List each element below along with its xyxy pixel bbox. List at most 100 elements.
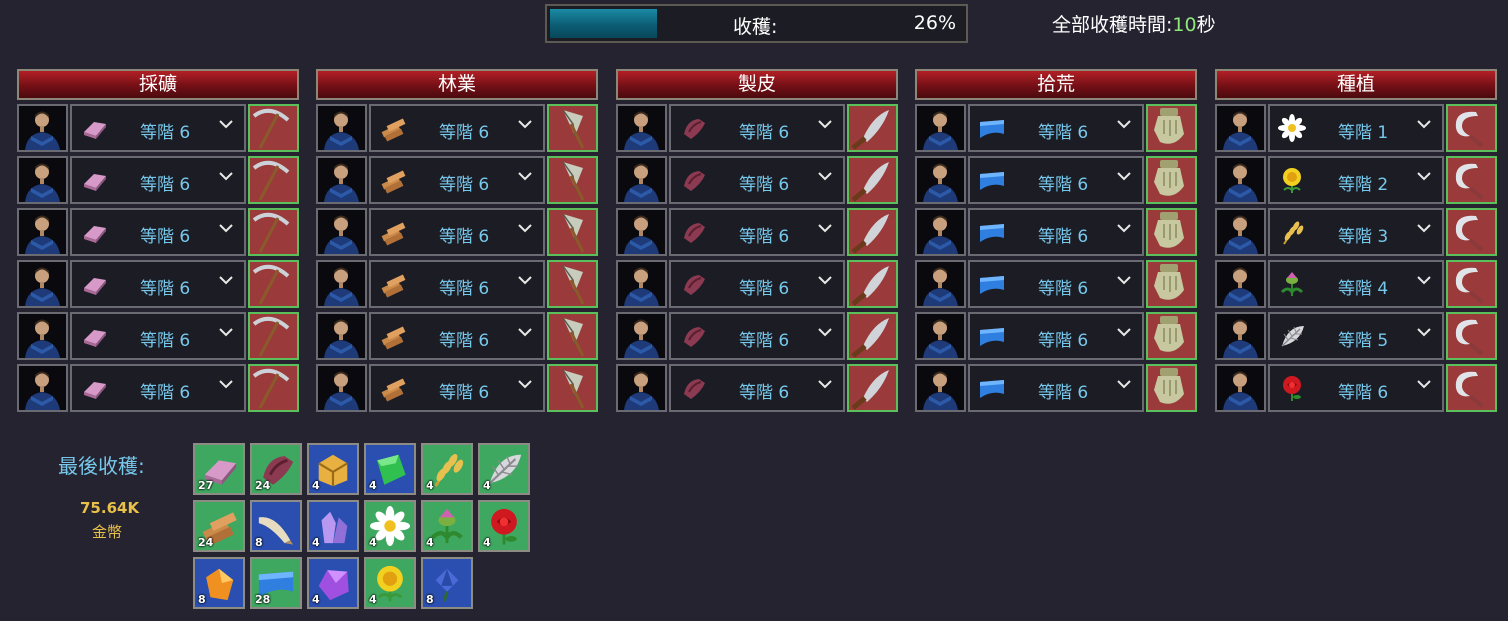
tier-select[interactable]: 等階 6 (369, 208, 545, 256)
worker-slot[interactable] (915, 364, 966, 412)
tool-slot[interactable] (1446, 156, 1497, 204)
worker-slot[interactable] (17, 260, 68, 308)
worker-slot[interactable] (1215, 260, 1266, 308)
worker-slot[interactable] (316, 312, 367, 360)
tool-slot[interactable] (547, 156, 598, 204)
harvest-item-slot[interactable]: 4 (421, 500, 473, 552)
worker-slot[interactable] (616, 104, 667, 152)
worker-slot[interactable] (616, 312, 667, 360)
tool-slot[interactable] (847, 104, 898, 152)
harvest-item-slot[interactable]: 27 (193, 443, 245, 495)
tool-slot[interactable] (547, 260, 598, 308)
tier-select[interactable]: 等階 6 (968, 208, 1144, 256)
tier-select[interactable]: 等階 6 (669, 364, 845, 412)
worker-slot[interactable] (915, 312, 966, 360)
tool-slot[interactable] (847, 364, 898, 412)
tier-select[interactable]: 等階 6 (669, 260, 845, 308)
tool-slot[interactable] (547, 104, 598, 152)
tier-select[interactable]: 等階 6 (70, 156, 246, 204)
tier-select[interactable]: 等階 6 (369, 104, 545, 152)
tool-slot[interactable] (547, 312, 598, 360)
tier-select[interactable]: 等階 6 (70, 312, 246, 360)
tool-slot[interactable] (1446, 364, 1497, 412)
tool-slot[interactable] (1146, 208, 1197, 256)
worker-slot[interactable] (616, 260, 667, 308)
worker-slot[interactable] (1215, 156, 1266, 204)
tier-select[interactable]: 等階 6 (669, 312, 845, 360)
harvest-item-slot[interactable]: 4 (307, 557, 359, 609)
tool-slot[interactable] (248, 104, 299, 152)
tier-select[interactable]: 等階 6 (669, 208, 845, 256)
tier-select[interactable]: 等階 4 (1268, 260, 1444, 308)
harvest-item-slot[interactable]: 4 (421, 443, 473, 495)
tool-slot[interactable] (248, 364, 299, 412)
tier-select[interactable]: 等階 6 (669, 156, 845, 204)
worker-slot[interactable] (17, 208, 68, 256)
tool-slot[interactable] (248, 260, 299, 308)
worker-slot[interactable] (616, 156, 667, 204)
harvest-item-slot[interactable]: 8 (421, 557, 473, 609)
worker-slot[interactable] (17, 104, 68, 152)
harvest-item-slot[interactable]: 28 (250, 557, 302, 609)
harvest-item-slot[interactable]: 4 (307, 500, 359, 552)
tier-select[interactable]: 等階 6 (968, 156, 1144, 204)
harvest-item-slot[interactable]: 4 (307, 443, 359, 495)
worker-slot[interactable] (17, 156, 68, 204)
tool-slot[interactable] (847, 156, 898, 204)
tier-select[interactable]: 等階 6 (70, 104, 246, 152)
tier-select[interactable]: 等階 6 (70, 364, 246, 412)
tier-select[interactable]: 等階 6 (369, 156, 545, 204)
tool-slot[interactable] (1146, 104, 1197, 152)
tier-select[interactable]: 等階 6 (70, 260, 246, 308)
tool-slot[interactable] (1446, 208, 1497, 256)
worker-slot[interactable] (316, 208, 367, 256)
harvest-item-slot[interactable]: 24 (250, 443, 302, 495)
worker-slot[interactable] (17, 312, 68, 360)
tier-select[interactable]: 等階 5 (1268, 312, 1444, 360)
tier-select[interactable]: 等階 6 (968, 104, 1144, 152)
harvest-item-slot[interactable]: 4 (364, 443, 416, 495)
harvest-item-slot[interactable]: 4 (364, 557, 416, 609)
tool-slot[interactable] (248, 312, 299, 360)
tool-slot[interactable] (547, 208, 598, 256)
tier-select[interactable]: 等階 6 (968, 312, 1144, 360)
worker-slot[interactable] (1215, 312, 1266, 360)
tier-select[interactable]: 等階 6 (369, 312, 545, 360)
worker-slot[interactable] (316, 364, 367, 412)
worker-slot[interactable] (616, 208, 667, 256)
tool-slot[interactable] (1446, 260, 1497, 308)
tool-slot[interactable] (1146, 312, 1197, 360)
tier-select[interactable]: 等階 6 (369, 260, 545, 308)
harvest-item-slot[interactable]: 4 (478, 500, 530, 552)
tier-select[interactable]: 等階 6 (369, 364, 545, 412)
tier-select[interactable]: 等階 6 (70, 208, 246, 256)
tool-slot[interactable] (248, 208, 299, 256)
tool-slot[interactable] (847, 260, 898, 308)
worker-slot[interactable] (1215, 208, 1266, 256)
worker-slot[interactable] (915, 260, 966, 308)
tool-slot[interactable] (847, 312, 898, 360)
tier-select[interactable]: 等階 1 (1268, 104, 1444, 152)
worker-slot[interactable] (316, 260, 367, 308)
tool-slot[interactable] (1146, 260, 1197, 308)
tier-select[interactable]: 等階 6 (968, 364, 1144, 412)
tool-slot[interactable] (1146, 156, 1197, 204)
tool-slot[interactable] (547, 364, 598, 412)
worker-slot[interactable] (616, 364, 667, 412)
worker-slot[interactable] (316, 156, 367, 204)
tier-select[interactable]: 等階 3 (1268, 208, 1444, 256)
worker-slot[interactable] (1215, 364, 1266, 412)
harvest-item-slot[interactable]: 4 (478, 443, 530, 495)
worker-slot[interactable] (316, 104, 367, 152)
worker-slot[interactable] (915, 104, 966, 152)
worker-slot[interactable] (17, 364, 68, 412)
tool-slot[interactable] (1146, 364, 1197, 412)
tool-slot[interactable] (248, 156, 299, 204)
harvest-item-slot[interactable]: 4 (364, 500, 416, 552)
worker-slot[interactable] (915, 156, 966, 204)
tier-select[interactable]: 等階 6 (669, 104, 845, 152)
tool-slot[interactable] (847, 208, 898, 256)
tool-slot[interactable] (1446, 312, 1497, 360)
harvest-item-slot[interactable]: 24 (193, 500, 245, 552)
tier-select[interactable]: 等階 2 (1268, 156, 1444, 204)
